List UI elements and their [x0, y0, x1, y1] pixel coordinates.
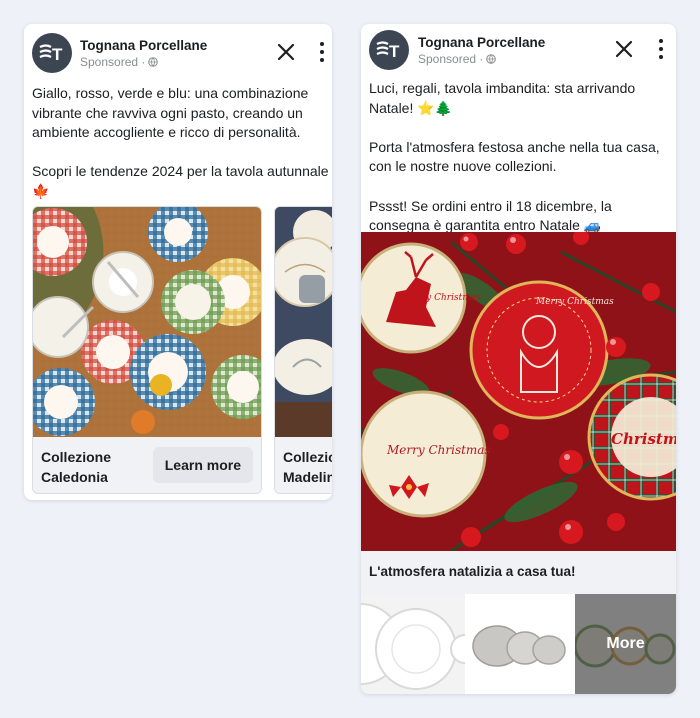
plate-text: Merry Christmas	[535, 297, 614, 307]
more-options-button[interactable]	[653, 37, 669, 61]
svg-text:T: T	[389, 42, 400, 61]
globe-icon	[486, 54, 497, 64]
christmas-plates-image[interactable]: Merry Christmas Merry Christmas Merry Ch…	[361, 232, 676, 551]
carousel-card-title[interactable]: Collezione Madelin	[283, 447, 332, 487]
ad-paragraph: Porta l'atmosfera festosa anche nella tu…	[369, 138, 660, 175]
carousel[interactable]: Collezione Caledonia Learn more Collezi …	[32, 206, 332, 494]
image-caption[interactable]: L'atmosfera natalizia a casa tua!	[361, 551, 676, 594]
ad-header: T Tognana Porcellane Sponsored ·	[361, 24, 676, 82]
avatar[interactable]: T	[369, 30, 409, 70]
more-options-button[interactable]	[314, 40, 330, 64]
ad-paragraph: Pssst! Se ordini entro il 18 dicembre, l…	[369, 197, 612, 234]
plates-table-image	[33, 207, 261, 437]
plate-text: Christmas	[611, 430, 676, 448]
thumbnail-more[interactable]: More	[575, 594, 676, 694]
ad-body-text: Giallo, rosso, verde e blu: una combinaz…	[32, 84, 332, 202]
product-image[interactable]	[275, 207, 332, 437]
christmas-plates-illustration: Merry Christmas Merry Christmas Merry Ch…	[361, 232, 676, 551]
sponsored-text: Sponsored ·	[80, 55, 146, 69]
brand-name[interactable]: Tognana Porcellane	[80, 38, 207, 53]
caption-text: L'atmosfera natalizia a casa tua!	[369, 564, 576, 579]
carousel-card-footer: Collezione Caledonia Learn more	[33, 437, 261, 493]
sponsored-label: Sponsored ·	[418, 52, 497, 66]
ad-header: T Tognana Porcellane Sponsored ·	[24, 24, 332, 82]
sponsored-label: Sponsored ·	[80, 55, 159, 69]
tognana-logo-icon: T	[376, 41, 400, 61]
more-overlay-button[interactable]: More	[575, 594, 676, 694]
ad-paragraph: Giallo, rosso, verde e blu: una combinaz…	[32, 85, 309, 141]
plate-text: Merry Christmas	[402, 293, 481, 303]
ad-card-autumn: T Tognana Porcellane Sponsored · Giallo,…	[24, 24, 332, 500]
avatar[interactable]: T	[32, 33, 72, 73]
carousel-card-title[interactable]: Collezione Caledonia	[41, 447, 151, 487]
close-button[interactable]	[612, 37, 636, 61]
tognana-logo-icon: T	[39, 44, 63, 64]
sponsored-text: Sponsored ·	[418, 52, 484, 66]
close-button[interactable]	[274, 40, 298, 64]
more-vertical-icon	[320, 42, 324, 46]
ad-paragraph: Scopri le tendenze 2024 per la tavola au…	[32, 163, 329, 199]
brand-name[interactable]: Tognana Porcellane	[418, 35, 545, 50]
thumbnail-grey-plates[interactable]	[467, 594, 575, 694]
globe-icon	[148, 57, 159, 67]
close-icon	[277, 43, 295, 61]
plates-table-image	[275, 207, 332, 437]
ad-card-christmas: T Tognana Porcellane Sponsored · Luci, r…	[361, 24, 676, 694]
carousel-card-madelin[interactable]: Collezione Madelin	[274, 206, 332, 494]
more-vertical-icon	[659, 39, 663, 43]
carousel-card-footer: Collezione Madelin	[275, 437, 332, 493]
learn-more-button[interactable]: Learn more	[152, 447, 253, 483]
grey-plates-image	[467, 594, 573, 694]
ad-paragraph: Luci, regali, tavola imbandita: sta arri…	[369, 80, 636, 116]
ad-body-text: Luci, regali, tavola imbandita: sta arri…	[369, 79, 669, 236]
plate-text: Merry Christmas	[386, 443, 491, 457]
close-icon	[615, 40, 633, 58]
svg-text:T: T	[52, 45, 63, 64]
white-plates-image	[361, 594, 465, 694]
product-image[interactable]	[33, 207, 261, 437]
carousel-card-caledonia[interactable]: Collezione Caledonia Learn more	[32, 206, 262, 494]
thumbnail-white-plates[interactable]	[361, 594, 467, 694]
